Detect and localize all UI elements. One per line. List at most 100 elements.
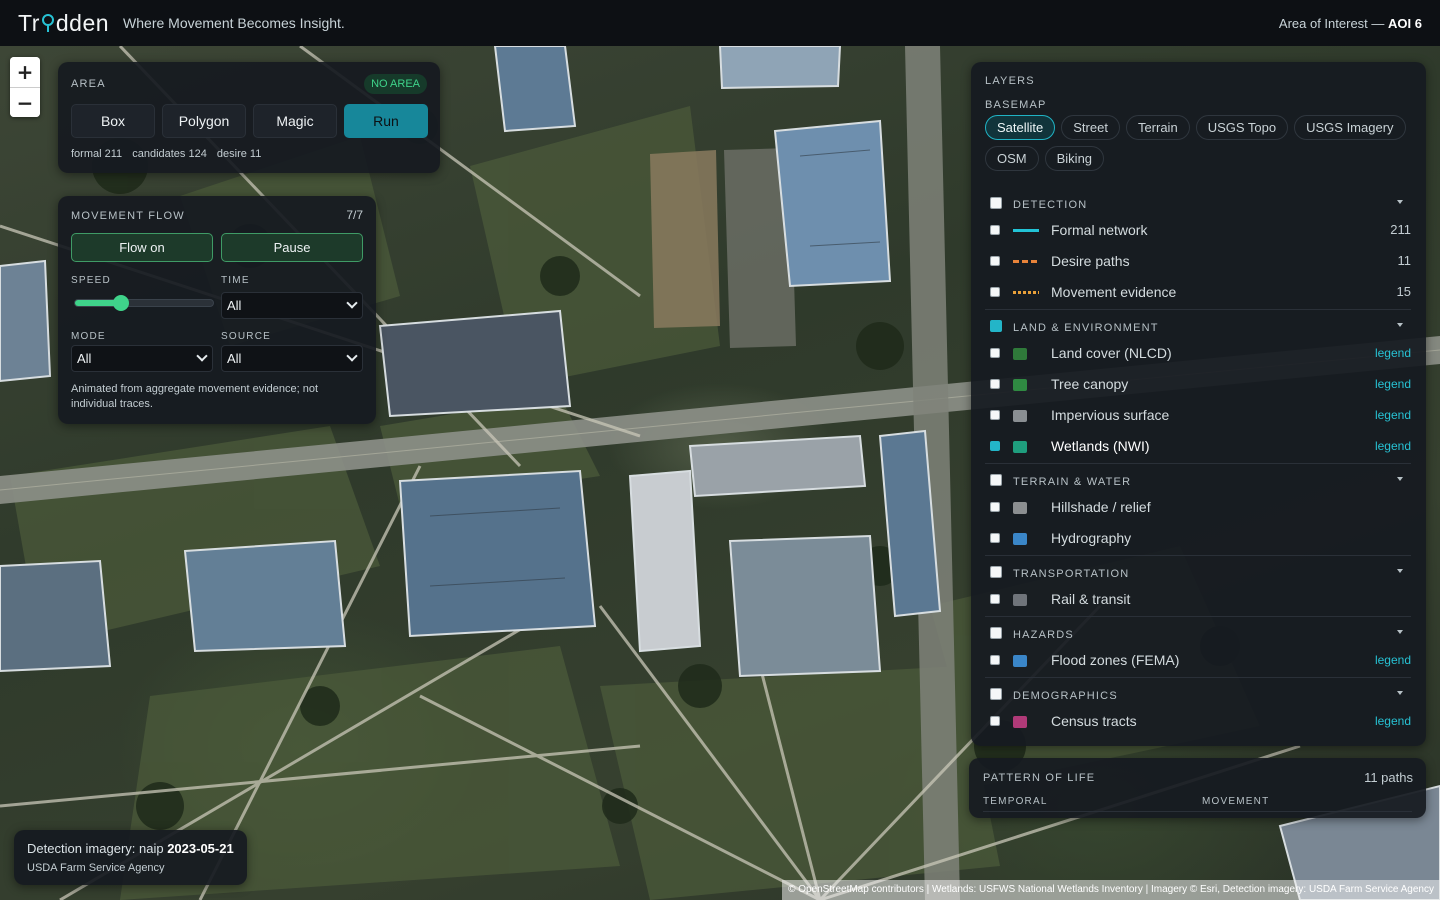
layer-group-header[interactable]: DEMOGRAPHICS — [985, 686, 1411, 706]
group-title: LAND & ENVIRONMENT — [1013, 322, 1159, 334]
group-title: TRANSPORTATION — [1013, 568, 1130, 580]
basemap-chip-usgs-imagery[interactable]: USGS Imagery — [1294, 115, 1406, 140]
layer-row-land-cover-nlcd[interactable]: Land cover (NLCD) legend — [985, 342, 1411, 366]
detection-provider: USDA Farm Service Agency — [27, 862, 165, 874]
basemap-chip-usgs-topo[interactable]: USGS Topo — [1195, 115, 1289, 140]
layer-row-flood-zones-fema[interactable]: Flood zones (FEMA) legend — [985, 649, 1411, 673]
layer-group-header[interactable]: DETECTION — [985, 195, 1411, 215]
line-swatch-icon — [1013, 229, 1039, 232]
group-checkbox[interactable] — [990, 197, 1002, 209]
group-divider — [985, 677, 1411, 678]
basemap-chips: Satellite Street Terrain USGS Topo USGS Imag… — [985, 115, 1415, 171]
group-divider — [985, 616, 1411, 617]
basemap-chip-street[interactable]: Street — [1061, 115, 1120, 140]
brand-logo[interactable]: Tr dden — [18, 10, 109, 37]
layer-row-census-tracts[interactable]: Census tracts legend — [985, 710, 1411, 734]
area-panel: AREA NO AREA Box Polygon Magic Run forma… — [58, 62, 440, 173]
layer-row-tree-canopy[interactable]: Tree canopy legend — [985, 373, 1411, 397]
legend-link[interactable]: legend — [1375, 346, 1411, 360]
layer-checkbox[interactable] — [990, 410, 1000, 420]
layer-row-hillshade-relief[interactable]: Hillshade / relief — [985, 496, 1411, 520]
legend-link[interactable]: legend — [1375, 439, 1411, 453]
box-button[interactable]: Box — [71, 104, 155, 138]
mode-select[interactable]: All — [71, 345, 213, 372]
movement-flow-panel: MOVEMENT FLOW 7/7 Flow on Pause SPEED TI… — [58, 196, 376, 424]
layer-group-header[interactable]: LAND & ENVIRONMENT — [985, 318, 1411, 338]
layer-checkbox[interactable] — [990, 533, 1000, 543]
layer-row-wetlands-nwi[interactable]: Wetlands (NWI) legend — [985, 435, 1411, 459]
layers-title: LAYERS — [985, 75, 1035, 87]
pause-button[interactable]: Pause — [221, 233, 363, 262]
layer-row-rail-transit[interactable]: Rail & transit — [985, 588, 1411, 612]
legend-link[interactable]: legend — [1375, 408, 1411, 422]
color-swatch-icon — [1013, 441, 1027, 453]
legend-link[interactable]: legend — [1375, 653, 1411, 667]
basemap-chip-biking[interactable]: Biking — [1044, 146, 1105, 171]
no-area-badge: NO AREA — [364, 74, 427, 94]
layer-checkbox[interactable] — [990, 225, 1000, 235]
basemap-title: BASEMAP — [985, 99, 1047, 111]
caret-down-icon[interactable] — [1397, 569, 1403, 573]
basemap-chip-satellite[interactable]: Satellite — [985, 115, 1056, 140]
caret-down-icon[interactable] — [1397, 323, 1403, 327]
color-swatch-icon — [1013, 533, 1027, 545]
speed-slider[interactable] — [74, 295, 214, 311]
layer-checkbox[interactable] — [990, 256, 1000, 266]
caret-down-icon[interactable] — [1397, 477, 1403, 481]
legend-link[interactable]: legend — [1375, 377, 1411, 391]
chevron-down-icon — [346, 297, 358, 309]
magic-button[interactable]: Magic — [253, 104, 337, 138]
pattern-of-life-panel[interactable]: PATTERN OF LIFE 11 paths TEMPORAL MOVEME… — [969, 758, 1426, 818]
speed-label: SPEED — [71, 275, 111, 286]
pattern-divider — [983, 811, 1412, 812]
layer-checkbox[interactable] — [990, 287, 1000, 297]
chevron-down-icon — [196, 350, 208, 362]
basemap-chip-osm[interactable]: OSM — [985, 146, 1039, 171]
speed-slider-thumb[interactable] — [112, 295, 129, 311]
caret-down-icon[interactable] — [1397, 200, 1403, 204]
layer-name: Tree canopy — [1051, 376, 1129, 392]
layer-checkbox[interactable] — [990, 594, 1000, 604]
basemap-chip-terrain[interactable]: Terrain — [1125, 115, 1190, 140]
zoom-in-button[interactable]: + — [10, 57, 40, 87]
group-checkbox[interactable] — [990, 320, 1002, 332]
layer-row-hydrography[interactable]: Hydrography — [985, 527, 1411, 551]
polygon-button[interactable]: Polygon — [162, 104, 246, 138]
layer-name: Desire paths — [1051, 253, 1130, 269]
flow-on-button[interactable]: Flow on — [71, 233, 213, 262]
layer-row-desire-paths[interactable]: Desire paths 11 — [985, 250, 1411, 274]
top-bar: Tr dden Where Movement Becomes Insight. … — [0, 0, 1440, 46]
layer-name: Flood zones (FEMA) — [1051, 652, 1180, 668]
layer-checkbox[interactable] — [990, 441, 1000, 451]
layer-name: Formal network — [1051, 222, 1148, 238]
caret-down-icon[interactable] — [1397, 691, 1403, 695]
layer-checkbox[interactable] — [990, 655, 1000, 665]
group-checkbox[interactable] — [990, 627, 1002, 639]
group-checkbox[interactable] — [990, 474, 1002, 486]
group-checkbox[interactable] — [990, 688, 1002, 700]
layer-name: Wetlands (NWI) — [1051, 438, 1150, 454]
layer-row-impervious-surface[interactable]: Impervious surface legend — [985, 404, 1411, 428]
detection-imagery-line: Detection imagery: naip 2023-05-21 — [27, 841, 234, 856]
layer-checkbox[interactable] — [990, 716, 1000, 726]
layer-checkbox[interactable] — [990, 348, 1000, 358]
group-checkbox[interactable] — [990, 566, 1002, 578]
caret-down-icon[interactable] — [1397, 630, 1403, 634]
layer-checkbox[interactable] — [990, 379, 1000, 389]
layer-row-formal-network[interactable]: Formal network 211 — [985, 219, 1411, 243]
layer-name: Impervious surface — [1051, 407, 1170, 423]
layer-group-header[interactable]: TERRAIN & WATER — [985, 472, 1411, 492]
zoom-out-button[interactable]: − — [10, 87, 40, 117]
run-button[interactable]: Run — [344, 104, 428, 138]
map-attribution[interactable]: © OpenStreetMap contributors | Wetlands:… — [782, 880, 1440, 900]
legend-link[interactable]: legend — [1375, 714, 1411, 728]
layer-group-header[interactable]: HAZARDS — [985, 625, 1411, 645]
flow-buttons: Flow on Pause — [71, 233, 363, 262]
layer-checkbox[interactable] — [990, 502, 1000, 512]
layer-row-movement-evidence[interactable]: Movement evidence 15 — [985, 281, 1411, 305]
layer-group-header[interactable]: TRANSPORTATION — [985, 564, 1411, 584]
source-select[interactable]: All — [221, 345, 363, 372]
zoom-control: + − — [10, 57, 40, 117]
time-select[interactable]: All — [221, 292, 363, 319]
layer-name: Land cover (NLCD) — [1051, 345, 1172, 361]
